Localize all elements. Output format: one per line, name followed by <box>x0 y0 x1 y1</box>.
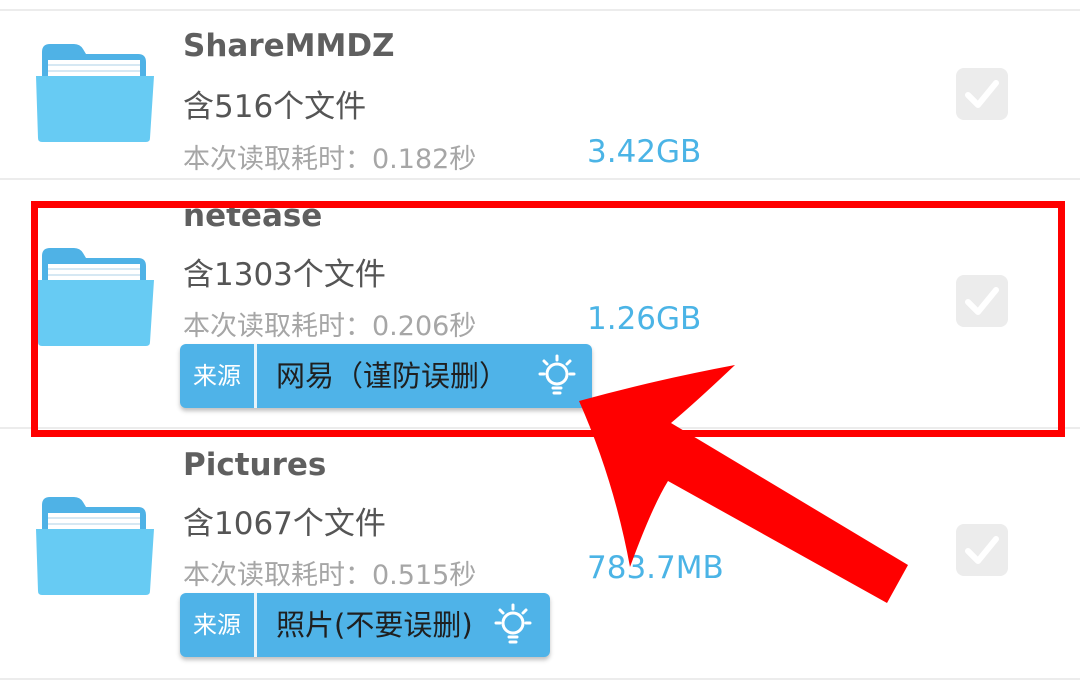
highlight-box <box>31 201 1065 437</box>
source-separator <box>254 593 257 657</box>
folder-icon <box>34 40 156 144</box>
folder-icon <box>34 493 156 597</box>
source-tag: 来源 <box>193 611 241 639</box>
folder-size: 3.42GB <box>587 134 702 170</box>
file-list-item[interactable]: Pictures 含1067个文件 本次读取耗时：0.515秒 783.7MB … <box>0 429 1080 677</box>
read-time: 本次读取耗时：0.182秒 <box>183 144 477 175</box>
file-count: 含1067个文件 <box>183 506 386 542</box>
lightbulb-icon[interactable] <box>490 602 536 648</box>
folder-name: ShareMMDZ <box>183 28 395 64</box>
select-checkbox[interactable] <box>956 524 1008 576</box>
folder-size: 783.7MB <box>587 550 724 586</box>
file-list-item[interactable]: ShareMMDZ 含516个文件 本次读取耗时：0.182秒 3.42GB <box>0 10 1080 178</box>
checkmark-icon <box>965 80 999 108</box>
select-checkbox[interactable] <box>956 68 1008 120</box>
source-badge[interactable]: 来源 照片(不要误删) <box>180 593 550 657</box>
file-count: 含516个文件 <box>183 89 367 125</box>
source-text: 照片(不要误删) <box>276 608 473 642</box>
folder-name: Pictures <box>183 447 327 483</box>
divider <box>0 678 1080 680</box>
read-time: 本次读取耗时：0.515秒 <box>183 560 477 591</box>
checkmark-icon <box>965 536 999 564</box>
